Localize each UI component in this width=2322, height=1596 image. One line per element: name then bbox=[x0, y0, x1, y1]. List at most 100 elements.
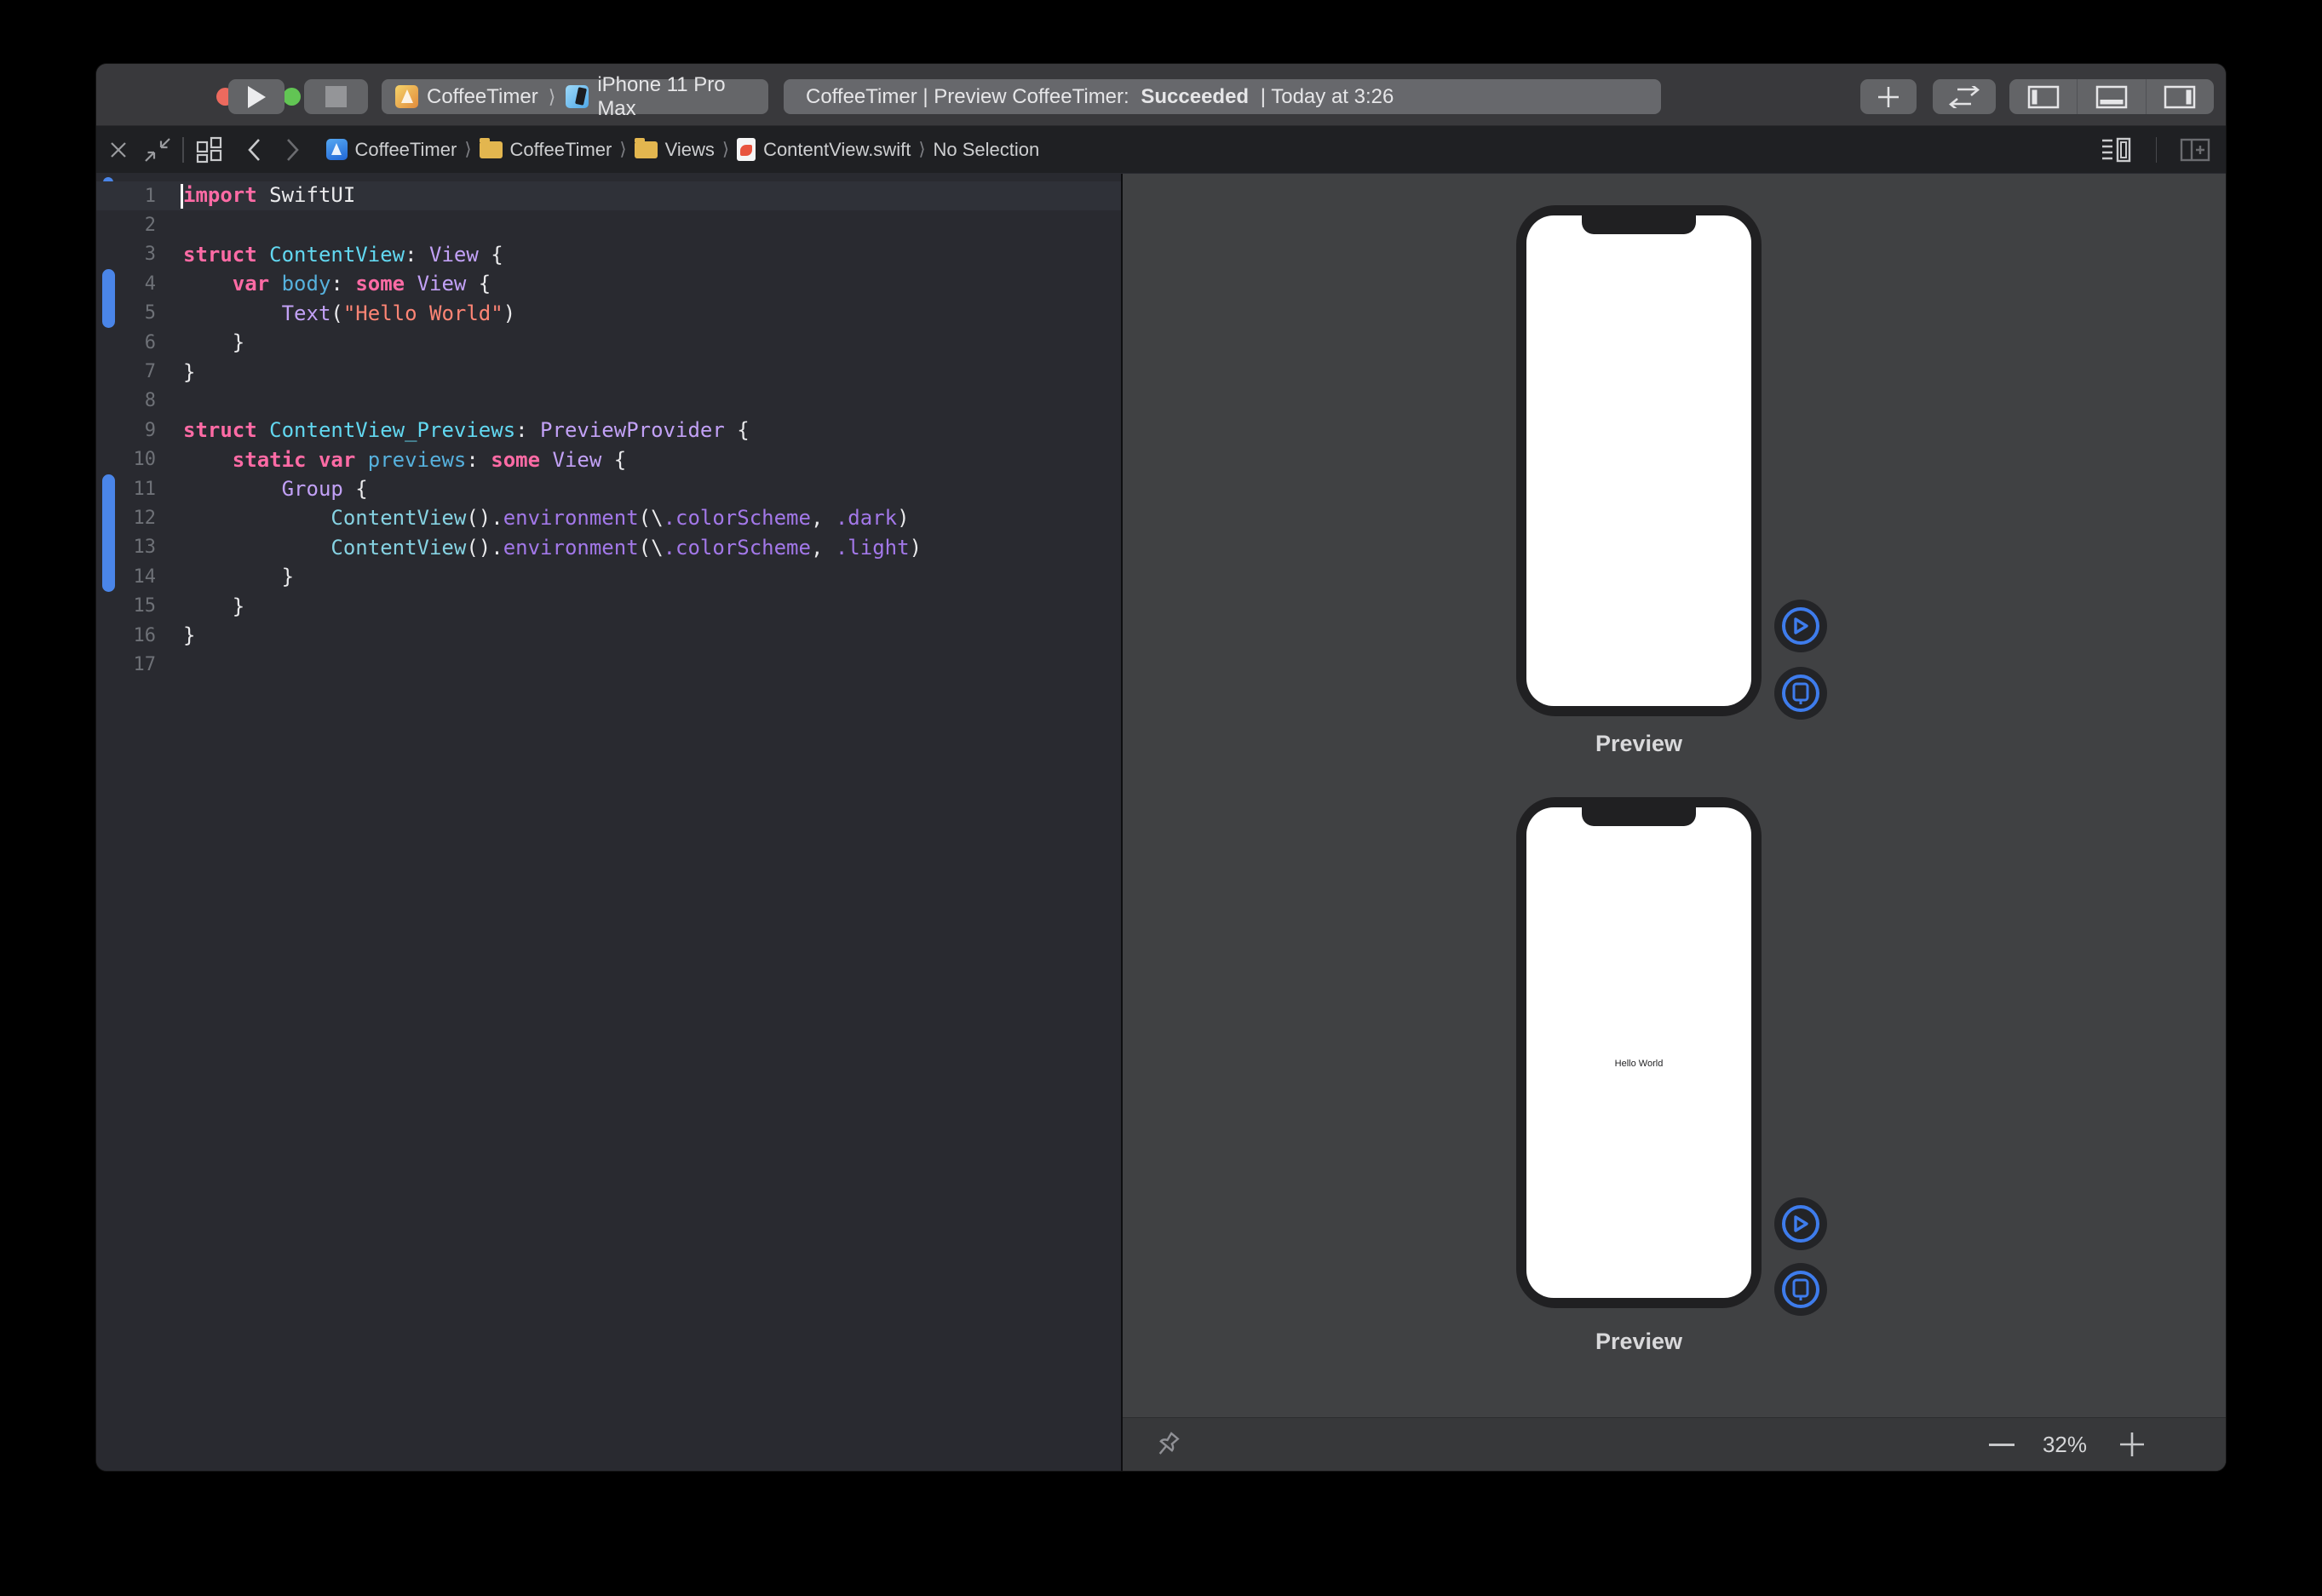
code-line-14[interactable]: 14 } bbox=[96, 562, 1121, 591]
code-line-4[interactable]: 4 var body: some View { bbox=[96, 269, 1121, 298]
panel-toggle-group bbox=[2009, 79, 2214, 114]
stop-icon bbox=[325, 86, 347, 107]
folder-icon bbox=[480, 141, 503, 158]
stop-button[interactable] bbox=[304, 79, 368, 114]
navigator-panel-icon bbox=[2027, 85, 2060, 109]
line-number: 15 bbox=[96, 595, 156, 617]
play-icon bbox=[1792, 1214, 1809, 1233]
source-editor[interactable]: 1import SwiftUI 2 3struct ContentView: Vie… bbox=[96, 174, 1121, 1471]
zoom-in-button[interactable] bbox=[2113, 1430, 2151, 1459]
code-text: static var previews: some View { bbox=[183, 448, 626, 472]
code-text: Text("Hello World") bbox=[183, 301, 515, 325]
breadcrumb-group[interactable]: CoffeeTimer bbox=[510, 139, 612, 161]
preview-screen-2: Hello World bbox=[1526, 807, 1751, 1298]
play-icon bbox=[1792, 617, 1809, 635]
editor-options-button[interactable] bbox=[2101, 137, 2133, 163]
pin-preview-button[interactable] bbox=[1152, 1430, 1182, 1461]
go-back-button[interactable] bbox=[246, 138, 262, 162]
code-line-2[interactable]: 2 bbox=[96, 210, 1121, 239]
line-number: 7 bbox=[96, 361, 156, 382]
preview-device-1[interactable] bbox=[1516, 205, 1762, 716]
editor-options-icon bbox=[2101, 137, 2133, 163]
focus-editor-button[interactable] bbox=[144, 137, 171, 163]
scheme-project-label: CoffeeTimer bbox=[427, 85, 538, 109]
code-line-8[interactable]: 8 bbox=[96, 387, 1121, 416]
debug-panel-icon bbox=[2095, 85, 2128, 109]
preview-canvas: Preview Hello W bbox=[1123, 174, 2226, 1471]
zoom-out-button[interactable] bbox=[1983, 1430, 2020, 1459]
toggle-debug-area-button[interactable] bbox=[2077, 79, 2145, 114]
preview-device-2[interactable]: Hello World bbox=[1516, 797, 1762, 1308]
related-items-button[interactable] bbox=[195, 135, 224, 164]
add-editor-button[interactable] bbox=[2180, 138, 2210, 162]
library-add-button[interactable] bbox=[1860, 79, 1917, 114]
run-button[interactable] bbox=[228, 79, 285, 114]
code-text: Group { bbox=[183, 477, 368, 501]
live-preview-button-1[interactable] bbox=[1774, 600, 1827, 652]
preview-label-2: Preview bbox=[1516, 1329, 1762, 1355]
preview-on-device-button-2[interactable] bbox=[1774, 1263, 1827, 1316]
code-line-7[interactable]: 7} bbox=[96, 357, 1121, 386]
code-text: } bbox=[183, 565, 294, 588]
status-succeeded: Succeeded bbox=[1141, 85, 1249, 108]
play-circle-icon bbox=[1782, 1205, 1819, 1243]
chevron-left-icon bbox=[246, 138, 262, 162]
code-line-3[interactable]: 3struct ContentView: View { bbox=[96, 240, 1121, 269]
code-line-15[interactable]: 15 } bbox=[96, 591, 1121, 620]
preview-hello-world-text: Hello World bbox=[1526, 1059, 1751, 1069]
breadcrumb-separator: ⟩ bbox=[619, 139, 626, 160]
breadcrumb-separator: ⟩ bbox=[464, 139, 471, 160]
code-line-5[interactable]: 5 Text("Hello World") bbox=[96, 299, 1121, 328]
close-editor-button[interactable] bbox=[108, 140, 129, 160]
scheme-selector[interactable]: CoffeeTimer ⟩ iPhone 11 Pro Max bbox=[382, 79, 768, 114]
simulator-device-icon bbox=[566, 85, 589, 108]
breadcrumb-selection[interactable]: No Selection bbox=[934, 139, 1040, 161]
preview-on-device-button-1[interactable] bbox=[1774, 667, 1827, 720]
plus-icon bbox=[2118, 1431, 2146, 1458]
code-line-1[interactable]: 1import SwiftUI bbox=[96, 181, 1121, 210]
zoom-window-button[interactable] bbox=[283, 88, 301, 106]
code-line-11[interactable]: 11 Group { bbox=[96, 474, 1121, 503]
line-number: 10 bbox=[96, 449, 156, 470]
breadcrumb-project[interactable]: CoffeeTimer bbox=[355, 139, 457, 161]
code-text: ContentView().environment(\.colorScheme,… bbox=[183, 506, 910, 530]
inspector-panel-icon bbox=[2164, 85, 2196, 109]
app-icon bbox=[395, 85, 418, 108]
device-circle-icon bbox=[1782, 1271, 1819, 1308]
live-preview-button-2[interactable] bbox=[1774, 1197, 1827, 1250]
breadcrumb-file[interactable]: ContentView.swift bbox=[763, 139, 911, 161]
canvas-bottom-bar: 32% bbox=[1123, 1417, 2226, 1471]
line-number: 1 bbox=[96, 186, 156, 207]
line-number: 12 bbox=[96, 508, 156, 529]
code-text: } bbox=[183, 594, 244, 618]
go-forward-button[interactable] bbox=[285, 138, 301, 162]
device-circle-icon bbox=[1782, 675, 1819, 712]
title-bar: CoffeeTimer ⟩ iPhone 11 Pro Max CoffeeTi… bbox=[96, 64, 2226, 126]
toggle-inspector-button[interactable] bbox=[2146, 79, 2214, 114]
line-number: 11 bbox=[96, 479, 156, 500]
device-icon bbox=[1791, 682, 1810, 704]
breadcrumb-views-group[interactable]: Views bbox=[665, 139, 715, 161]
code-lines: 1import SwiftUI 2 3struct ContentView: Vie… bbox=[96, 174, 1121, 1471]
minus-icon bbox=[1989, 1444, 2015, 1446]
activity-status-bar[interactable]: CoffeeTimer | Preview CoffeeTimer: Succe… bbox=[784, 79, 1661, 114]
code-line-13[interactable]: 13 ContentView().environment(\.colorSche… bbox=[96, 533, 1121, 562]
jump-bar: CoffeeTimer ⟩ CoffeeTimer ⟩ Views ⟩ Cont… bbox=[96, 126, 2226, 173]
line-number: 2 bbox=[96, 215, 156, 236]
status-text: CoffeeTimer | Preview CoffeeTimer: Succe… bbox=[806, 85, 1394, 109]
scheme-device-label: iPhone 11 Pro Max bbox=[597, 73, 755, 121]
code-line-6[interactable]: 6 } bbox=[96, 328, 1121, 357]
code-line-10[interactable]: 10 static var previews: some View { bbox=[96, 445, 1121, 474]
toggle-navigator-button[interactable] bbox=[2009, 79, 2077, 114]
code-line-17[interactable]: 17 bbox=[96, 650, 1121, 679]
related-items-grid-icon bbox=[195, 135, 224, 164]
code-review-button[interactable] bbox=[1933, 79, 1996, 114]
code-line-16[interactable]: 16} bbox=[96, 621, 1121, 650]
device-notch bbox=[1582, 807, 1696, 826]
code-line-12[interactable]: 12 ContentView().environment(\.colorSche… bbox=[96, 503, 1121, 532]
chevron-right-icon bbox=[285, 138, 301, 162]
line-number: 3 bbox=[96, 244, 156, 265]
code-line-9[interactable]: 9struct ContentView_Previews: PreviewPro… bbox=[96, 416, 1121, 445]
device-icon bbox=[1791, 1278, 1810, 1300]
line-number: 8 bbox=[96, 390, 156, 411]
